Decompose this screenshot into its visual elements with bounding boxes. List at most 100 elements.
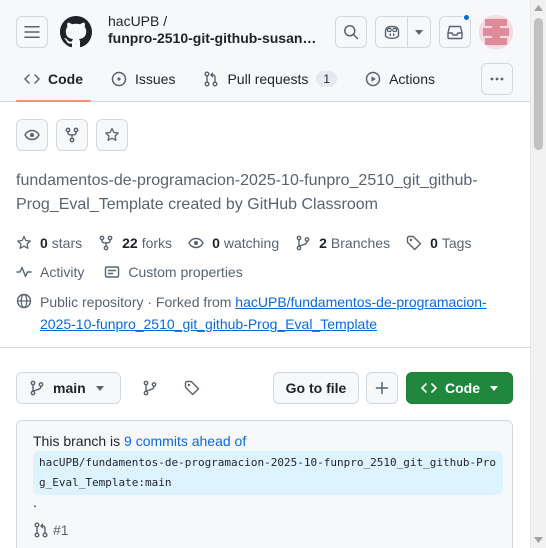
branches-link[interactable]: 2 Branches [295, 235, 390, 251]
github-logo[interactable] [60, 16, 92, 48]
issue-icon [111, 71, 127, 87]
copilot-button[interactable] [376, 17, 408, 47]
eye-icon [24, 129, 40, 141]
branch-icon [143, 380, 157, 396]
hamburger-icon [24, 26, 40, 38]
inbox-icon [447, 25, 463, 40]
copilot-dropdown-button[interactable] [408, 17, 430, 47]
vertical-scrollbar[interactable] [530, 0, 546, 548]
tab-label: Issues [135, 71, 176, 87]
repo-owner-link[interactable]: hacUPB / [108, 13, 167, 29]
stars-count: 0 [40, 235, 48, 251]
tags-label: Tags [441, 235, 472, 251]
watch-button[interactable] [16, 119, 48, 151]
branch-name: main [53, 380, 86, 396]
fork-button[interactable] [56, 119, 88, 151]
repo-tabs: Code Issues Pull requests 1 Actions [16, 62, 455, 102]
search-icon [344, 25, 359, 40]
go-to-file-button[interactable]: Go to file [273, 372, 359, 404]
pulse-icon [16, 266, 32, 278]
forks-count: 22 [122, 235, 138, 251]
globe-icon [16, 293, 32, 309]
watching-count: 0 [212, 235, 220, 251]
section-divider [0, 347, 530, 348]
watching-link[interactable]: 0 watching [188, 235, 279, 251]
branches-label: Branches [330, 235, 391, 251]
code-dropdown-button[interactable]: Code [406, 372, 513, 404]
avatar[interactable] [479, 15, 513, 49]
play-icon [365, 71, 381, 87]
ahead-message: This branch is 9 commits ahead of [33, 433, 246, 449]
more-options-button[interactable] [481, 63, 513, 95]
tab-label: Pull requests [227, 71, 309, 87]
pull-requests-count: 1 [316, 71, 338, 87]
copilot-icon [384, 25, 399, 40]
chevron-down-icon [415, 29, 423, 35]
tab-pull-requests[interactable]: Pull requests 1 [195, 62, 345, 96]
ahead-period: . [33, 494, 37, 510]
chevron-down-icon [95, 385, 104, 391]
branch-select-button[interactable]: main [16, 372, 121, 404]
fork-icon [99, 235, 113, 251]
tag-icon [184, 380, 200, 396]
repo-meta-links: Activity Custom properties [16, 262, 263, 282]
tags-link[interactable]: 0 Tags [406, 235, 471, 251]
tab-actions[interactable]: Actions [357, 62, 443, 96]
watching-label: watching [223, 235, 280, 251]
pull-request-number: #1 [53, 522, 69, 538]
pull-request-icon [204, 71, 218, 87]
forks-link[interactable]: 22 forks [98, 235, 172, 251]
code-icon [421, 383, 437, 393]
branches-count: 2 [319, 235, 327, 251]
code-icon [24, 74, 40, 84]
tab-issues[interactable]: Issues [103, 62, 183, 96]
pull-request-ref[interactable]: #1 [33, 522, 69, 538]
tab-label: Actions [389, 71, 436, 87]
repo-description: fundamentos-de-programacion-2025-10-funp… [16, 172, 478, 213]
repo-name-link[interactable]: funpro-2510-git-github-susan… [108, 30, 316, 46]
repo-stats: 0 stars 22 forks 0 watching 2 Branches 0… [16, 233, 487, 253]
upstream-ref[interactable]: hacUPB/fundamentos-de-programacion-2025-… [33, 451, 503, 495]
tag-icon [406, 235, 422, 251]
code-button-label: Code [445, 380, 480, 396]
custom-properties-link[interactable]: Custom properties [104, 264, 243, 280]
ahead-prefix: This branch is [33, 433, 125, 449]
branches-button[interactable] [138, 376, 162, 400]
scroll-up-arrow[interactable] [534, 4, 543, 12]
notification-indicator [462, 13, 471, 22]
commits-ahead-link[interactable]: 9 commits ahead of [124, 433, 246, 449]
tags-count: 0 [430, 235, 438, 251]
chevron-down-icon [490, 385, 498, 391]
public-repository-label: Public repository · Forked from [40, 294, 236, 310]
kebab-horizontal-icon [490, 77, 504, 81]
branch-icon [296, 235, 310, 251]
scroll-down-arrow[interactable] [534, 536, 543, 544]
fork-icon [65, 127, 79, 143]
activity-label: Activity [40, 264, 85, 280]
stars-label: stars [51, 235, 83, 251]
add-file-button[interactable] [366, 372, 398, 404]
star-button[interactable] [96, 119, 128, 151]
tab-label: Code [48, 71, 83, 87]
public-repository-info: Public repository · Forked from hacUPB/f… [16, 291, 516, 335]
star-icon [105, 127, 119, 141]
star-icon [17, 235, 31, 249]
eye-icon [188, 237, 204, 249]
stars-link[interactable]: 0 stars [16, 235, 82, 251]
forks-label: forks [141, 235, 173, 251]
pull-request-icon [34, 522, 48, 538]
copilot-button-group [375, 16, 431, 48]
custom-properties-label: Custom properties [128, 264, 243, 280]
scrollbar-thumb[interactable] [534, 18, 543, 150]
menu-button[interactable] [16, 16, 48, 48]
activity-link[interactable]: Activity [16, 264, 84, 280]
tags-button[interactable] [180, 376, 204, 400]
plus-icon [375, 381, 389, 395]
branch-ahead-notice: This branch is 9 commits ahead of hacUPB… [16, 420, 513, 548]
note-icon [105, 266, 120, 278]
repo-header: hacUPB / funpro-2510-git-github-susan… C… [0, 0, 530, 102]
repo-page: hacUPB / funpro-2510-git-github-susan… C… [0, 0, 530, 548]
search-button[interactable] [335, 16, 367, 48]
branch-icon [30, 380, 44, 396]
tab-code[interactable]: Code [16, 62, 91, 102]
